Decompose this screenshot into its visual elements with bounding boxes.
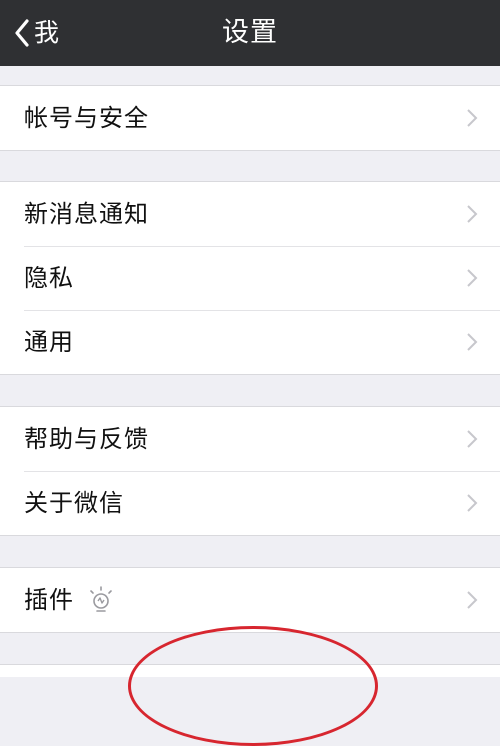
settings-item-label: 帐号与安全 — [24, 104, 149, 132]
chevron-right-icon — [467, 269, 478, 287]
navigation-bar: 设置 我 — [0, 0, 500, 66]
settings-item-label: 帮助与反馈 — [24, 425, 149, 453]
settings-item-account-security[interactable]: 帐号与安全 — [0, 86, 500, 150]
chevron-right-icon — [467, 333, 478, 351]
settings-item-label: 关于微信 — [24, 489, 124, 517]
annotation-circle — [128, 626, 378, 746]
settings-item-notifications[interactable]: 新消息通知 — [0, 182, 500, 246]
bulb-icon — [90, 586, 112, 612]
chevron-left-icon — [15, 19, 29, 47]
settings-item-general[interactable]: 通用 — [0, 310, 500, 374]
settings-item-label: 插件 — [24, 586, 74, 614]
settings-item-label: 隐私 — [24, 264, 74, 292]
chevron-right-icon — [467, 591, 478, 609]
back-button[interactable]: 我 — [14, 14, 59, 52]
settings-group-about: 帮助与反馈 关于微信 — [0, 406, 500, 536]
chevron-right-icon — [467, 494, 478, 512]
settings-group-plugins: 插件 — [0, 567, 500, 633]
settings-item-label: 通用 — [24, 328, 74, 356]
back-label: 我 — [34, 18, 60, 47]
settings-group-account: 帐号与安全 — [0, 85, 500, 151]
settings-item-privacy[interactable]: 隐私 — [0, 246, 500, 310]
settings-group-general: 新消息通知 隐私 通用 — [0, 181, 500, 375]
chevron-right-icon — [467, 430, 478, 448]
settings-item-label: 新消息通知 — [24, 200, 149, 228]
page-title: 设置 — [222, 17, 278, 48]
chevron-right-icon — [467, 109, 478, 127]
settings-item-plugins[interactable]: 插件 — [0, 568, 500, 632]
settings-item-help-feedback[interactable]: 帮助与反馈 — [0, 407, 500, 471]
chevron-right-icon — [467, 205, 478, 223]
settings-item-about-wechat[interactable]: 关于微信 — [0, 471, 500, 535]
